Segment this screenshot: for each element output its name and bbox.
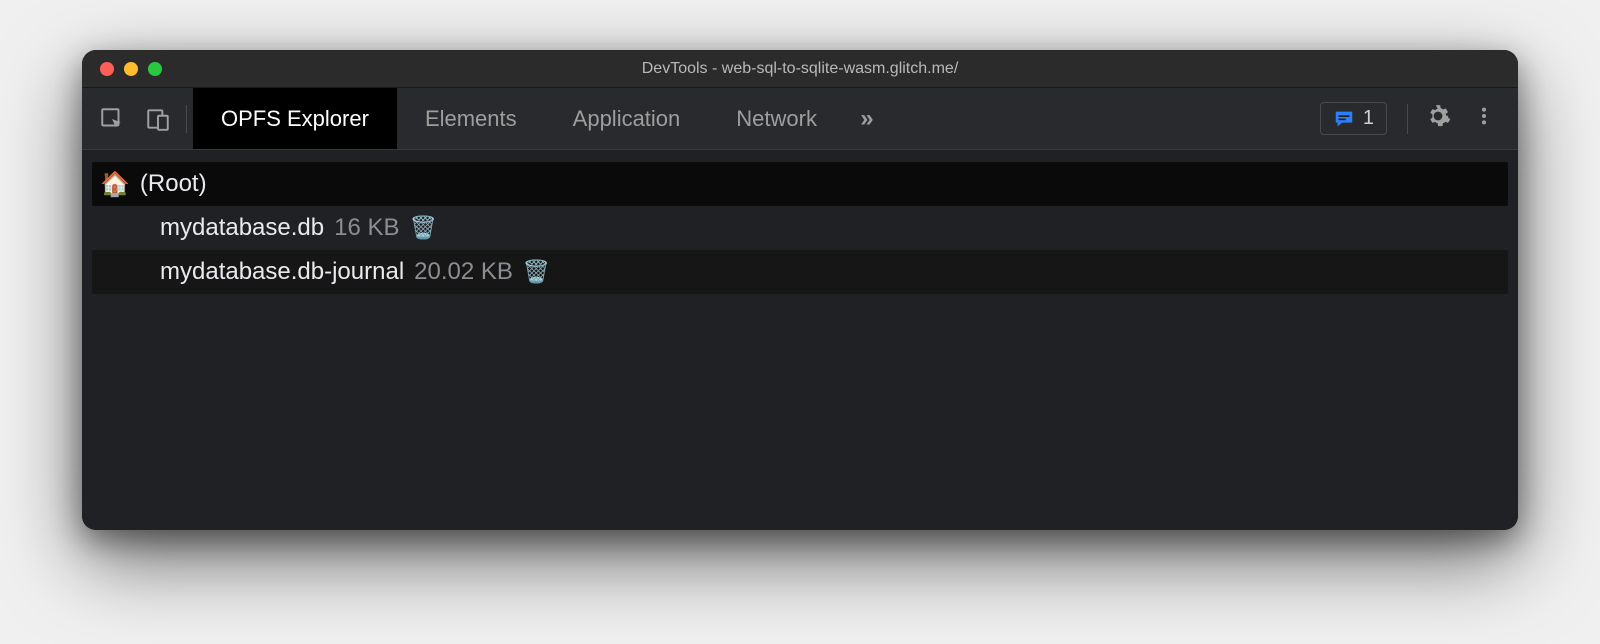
trash-icon[interactable]: 🗑️ — [410, 215, 437, 241]
file-size: 20.02 KB — [414, 258, 513, 286]
gear-icon — [1425, 103, 1451, 134]
settings-button[interactable] — [1418, 99, 1458, 139]
tab-network[interactable]: Network — [708, 88, 845, 149]
kebab-icon — [1473, 105, 1495, 132]
close-window-button[interactable] — [100, 62, 114, 76]
tab-label: Network — [736, 106, 817, 132]
home-icon: 🏠 — [100, 170, 130, 199]
inspect-element-icon[interactable] — [92, 99, 132, 139]
more-options-button[interactable] — [1464, 99, 1504, 139]
devtools-window: DevTools - web-sql-to-sqlite-wasm.glitch… — [82, 50, 1518, 530]
toolbar-separator — [186, 105, 187, 133]
opfs-explorer-panel: 🏠 (Root) mydatabase.db 16 KB 🗑️ mydataba… — [82, 150, 1518, 530]
maximize-window-button[interactable] — [148, 62, 162, 76]
toolbar-separator — [1407, 104, 1408, 134]
tab-label: Application — [573, 106, 681, 132]
tab-label: OPFS Explorer — [221, 106, 369, 132]
root-label: (Root) — [140, 170, 207, 198]
file-size: 16 KB — [334, 214, 399, 242]
issues-button[interactable]: 1 — [1320, 102, 1387, 135]
minimize-window-button[interactable] — [124, 62, 138, 76]
chevron-double-right-icon: » — [860, 105, 873, 133]
traffic-lights — [82, 62, 162, 76]
trash-icon[interactable]: 🗑️ — [523, 259, 550, 285]
panel-tabs: OPFS Explorer Elements Application Netwo… — [193, 88, 845, 149]
more-tabs-button[interactable]: » — [845, 105, 889, 133]
issues-count: 1 — [1363, 107, 1374, 130]
file-row[interactable]: mydatabase.db-journal 20.02 KB 🗑️ — [92, 250, 1508, 294]
file-row[interactable]: mydatabase.db 16 KB 🗑️ — [92, 206, 1508, 250]
tree-root-row[interactable]: 🏠 (Root) — [92, 162, 1508, 206]
tab-label: Elements — [425, 106, 517, 132]
device-toolbar-icon[interactable] — [138, 99, 178, 139]
titlebar: DevTools - web-sql-to-sqlite-wasm.glitch… — [82, 50, 1518, 88]
window-title: DevTools - web-sql-to-sqlite-wasm.glitch… — [82, 60, 1518, 78]
chat-icon — [1333, 108, 1355, 130]
file-name: mydatabase.db-journal — [160, 258, 404, 286]
tab-application[interactable]: Application — [545, 88, 709, 149]
file-name: mydatabase.db — [160, 214, 324, 242]
tab-opfs-explorer[interactable]: OPFS Explorer — [193, 88, 397, 149]
devtools-toolbar: OPFS Explorer Elements Application Netwo… — [82, 88, 1518, 150]
tab-elements[interactable]: Elements — [397, 88, 545, 149]
